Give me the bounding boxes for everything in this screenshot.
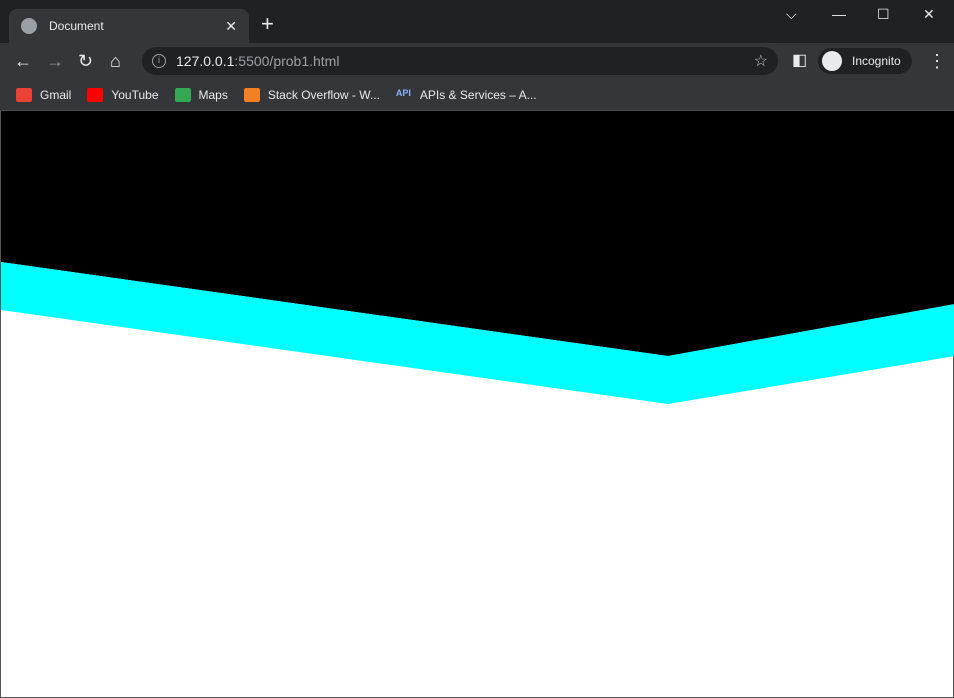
menu-icon[interactable]: ⋮ bbox=[928, 51, 946, 71]
back-icon[interactable]: ← bbox=[14, 51, 32, 71]
maximize-button[interactable]: ☐ bbox=[877, 6, 890, 23]
bookmark-youtube[interactable]: YouTube bbox=[87, 87, 159, 102]
bookmark-maps[interactable]: Maps bbox=[174, 87, 228, 102]
maps-icon bbox=[174, 87, 191, 102]
close-tab-icon[interactable]: ✕ bbox=[225, 18, 237, 35]
info-icon[interactable]: i bbox=[152, 54, 166, 68]
bookmark-label: Gmail bbox=[40, 87, 72, 102]
bookmark-star-icon[interactable]: ☆ bbox=[754, 51, 768, 71]
bookmark-label: Stack Overflow - W... bbox=[267, 87, 380, 102]
title-bar: Document ✕ + ⌵ — ☐ ✕ bbox=[0, 0, 954, 43]
incognito-label: Incognito bbox=[852, 54, 901, 68]
incognito-badge[interactable]: Incognito bbox=[818, 48, 912, 74]
bookmark-stack-overflow[interactable]: Stack Overflow - W... bbox=[243, 87, 380, 102]
page-canvas bbox=[1, 111, 954, 404]
minimize-button[interactable]: — bbox=[832, 6, 846, 22]
url-host: 127.0.0.1 bbox=[176, 53, 235, 69]
tab-document[interactable]: Document ✕ bbox=[9, 9, 249, 43]
gmail-icon bbox=[16, 87, 32, 102]
close-window-button[interactable]: ✕ bbox=[923, 6, 935, 23]
stack-overflow-icon bbox=[243, 87, 260, 102]
side-panel-icon[interactable]: ◧ bbox=[792, 51, 807, 71]
home-icon[interactable]: ⌂ bbox=[110, 51, 121, 71]
bookmarks-bar: Gmail YouTube Maps Stack Overflow - W...… bbox=[0, 79, 954, 111]
url-text[interactable]: 127.0.0.1:5500/prob1.html bbox=[176, 53, 339, 69]
incognito-icon bbox=[822, 51, 842, 71]
api-icon: API bbox=[395, 87, 411, 98]
bookmark-label: APIs & Services – A... bbox=[419, 87, 537, 102]
page-viewport bbox=[0, 111, 954, 698]
toolbar: ← → ↻ ⌂ i 127.0.0.1:5500/prob1.html ☆ ◧ … bbox=[0, 43, 954, 79]
bookmark-apis[interactable]: API APIs & Services – A... bbox=[396, 88, 537, 102]
address-bar[interactable]: i 127.0.0.1:5500/prob1.html ☆ bbox=[142, 47, 778, 75]
youtube-icon bbox=[87, 87, 104, 102]
bookmark-gmail[interactable]: Gmail bbox=[16, 87, 72, 102]
tab-search-icon[interactable]: ⌵ bbox=[786, 6, 797, 23]
bookmark-label: YouTube bbox=[111, 87, 159, 102]
url-path: :5500/prob1.html bbox=[234, 53, 340, 69]
reload-icon[interactable]: ↻ bbox=[78, 51, 93, 71]
new-tab-button[interactable]: + bbox=[261, 13, 274, 35]
bookmark-label: Maps bbox=[198, 87, 228, 102]
globe-icon bbox=[21, 18, 37, 34]
tab-title: Document bbox=[49, 19, 104, 33]
forward-icon[interactable]: → bbox=[46, 51, 64, 71]
